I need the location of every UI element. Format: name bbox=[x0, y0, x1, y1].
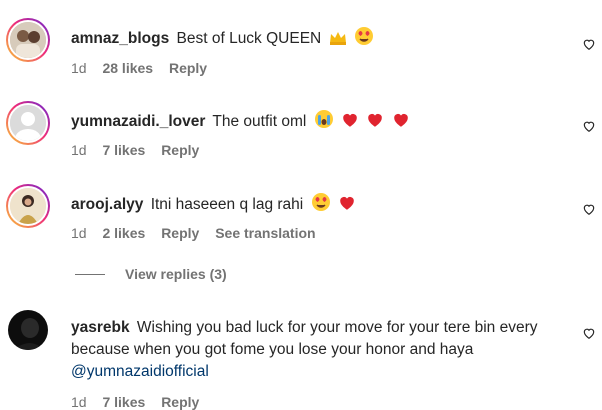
comment-time: 1d bbox=[71, 225, 87, 241]
comment-text: yasrebk Wishing you bad luck for your mo… bbox=[71, 317, 571, 383]
avatar[interactable] bbox=[6, 184, 50, 228]
comment-meta: 1d 28 likes Reply bbox=[71, 60, 219, 76]
comment-body: Wishing you bad luck for your move for y… bbox=[71, 319, 538, 358]
like-heart-icon[interactable] bbox=[582, 202, 596, 216]
heart-eyes-emoji bbox=[354, 26, 374, 52]
comment-username[interactable]: yasrebk bbox=[71, 319, 130, 336]
comment-likes[interactable]: 28 likes bbox=[102, 60, 153, 76]
avatar[interactable] bbox=[6, 101, 50, 145]
avatar[interactable] bbox=[8, 310, 48, 350]
view-replies-button[interactable]: View replies (3) bbox=[75, 266, 227, 282]
like-heart-icon[interactable] bbox=[582, 119, 596, 133]
like-heart-icon[interactable] bbox=[582, 37, 596, 51]
comment-meta: 1d 2 likes Reply See translation bbox=[71, 225, 328, 241]
see-translation-button[interactable]: See translation bbox=[215, 225, 315, 241]
red-heart-emoji bbox=[341, 111, 359, 135]
comment-meta: 1d 7 likes Reply bbox=[71, 394, 211, 410]
crying-emoji bbox=[314, 109, 334, 135]
comment-username[interactable]: arooj.alyy bbox=[71, 196, 143, 213]
red-heart-emoji bbox=[392, 111, 410, 135]
comment-time: 1d bbox=[71, 142, 87, 158]
crown-emoji bbox=[329, 30, 347, 52]
avatar-photo bbox=[10, 22, 46, 58]
reply-button[interactable]: Reply bbox=[161, 394, 199, 410]
comment-body: Best of Luck QUEEN bbox=[176, 30, 322, 47]
comment-time: 1d bbox=[71, 394, 87, 410]
comment-text: yumnazaidi._lover The outfit oml bbox=[71, 109, 410, 135]
replies-divider bbox=[75, 273, 105, 275]
comment-likes[interactable]: 7 likes bbox=[102, 142, 145, 158]
comment-likes[interactable]: 2 likes bbox=[102, 225, 145, 241]
reply-button[interactable]: Reply bbox=[169, 60, 207, 76]
like-heart-icon[interactable] bbox=[582, 326, 596, 340]
default-avatar-icon bbox=[10, 105, 46, 141]
comment-text: amnaz_blogs Best of Luck QUEEN bbox=[71, 26, 374, 52]
comment-body: Itni haseeen q lag rahi bbox=[150, 196, 304, 213]
heart-eyes-emoji bbox=[311, 192, 331, 218]
comment-username[interactable]: yumnazaidi._lover bbox=[71, 113, 205, 130]
comment-body: The outfit oml bbox=[212, 113, 307, 130]
avatar[interactable] bbox=[6, 18, 50, 62]
reply-button[interactable]: Reply bbox=[161, 225, 199, 241]
comment-username[interactable]: amnaz_blogs bbox=[71, 30, 169, 47]
red-heart-emoji bbox=[338, 194, 356, 218]
comment-time: 1d bbox=[71, 60, 87, 76]
red-heart-emoji bbox=[366, 111, 384, 135]
view-replies-label[interactable]: View replies (3) bbox=[125, 266, 227, 282]
comment-text: arooj.alyy Itni haseeen q lag rahi bbox=[71, 192, 356, 218]
avatar-photo bbox=[10, 188, 46, 224]
reply-button[interactable]: Reply bbox=[161, 142, 199, 158]
comment-meta: 1d 7 likes Reply bbox=[71, 142, 211, 158]
comment-likes[interactable]: 7 likes bbox=[102, 394, 145, 410]
mention-link[interactable]: @yumnazaidiofficial bbox=[71, 363, 209, 380]
avatar-photo bbox=[8, 310, 48, 350]
